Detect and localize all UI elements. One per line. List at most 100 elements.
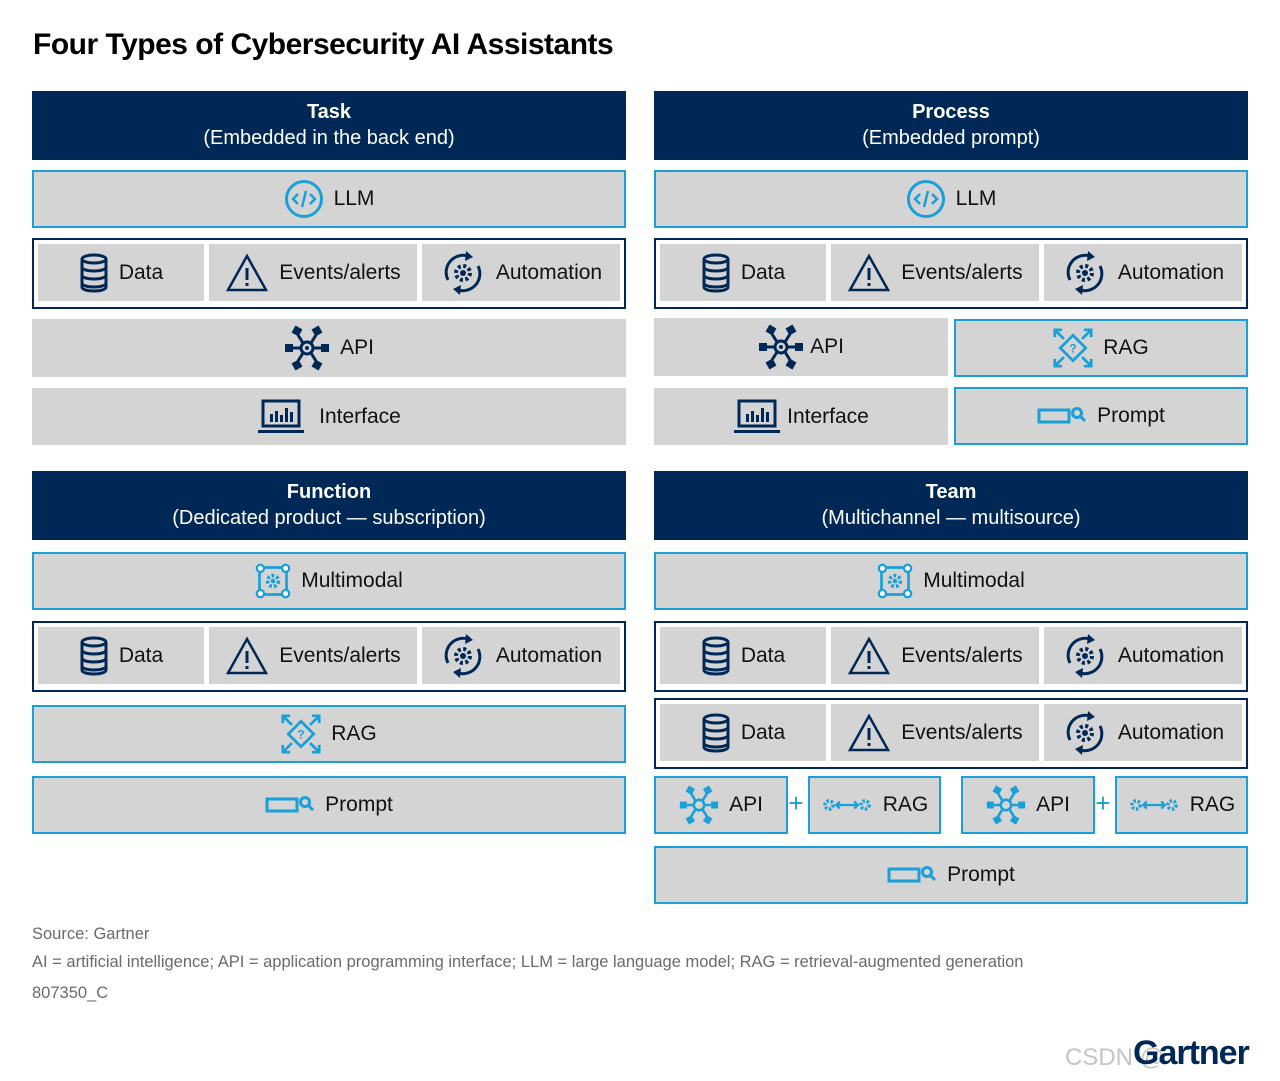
box-label: Interface [319, 404, 401, 428]
footer-source: Source: Gartner [32, 925, 150, 943]
channel-api-box: API [654, 776, 788, 834]
box-label: API [729, 793, 763, 816]
prompt-box: Prompt [32, 776, 626, 834]
source-label: Events/alerts [279, 260, 401, 284]
api-network-icon [679, 785, 719, 825]
quadrant-subtitle: (Embedded in the back end) [203, 127, 455, 149]
quadrant-subtitle: (Multichannel — multisource) [821, 507, 1081, 529]
api-network-icon [758, 324, 804, 370]
sources-group: Data Events/alerts Automation [32, 621, 626, 692]
multimodal-gear-icon [255, 563, 291, 599]
gear-cycle-icon [440, 633, 486, 679]
prompt-box: Prompt [654, 846, 1248, 904]
interface-box: Interface [32, 388, 626, 445]
source-automation: Automation [422, 627, 620, 684]
box-label: Prompt [947, 863, 1015, 886]
box-label: RAG [331, 722, 377, 745]
source-label: Data [118, 260, 164, 284]
box-label: Prompt [325, 793, 393, 816]
source-events: Events/alerts [209, 627, 417, 684]
box-label: Prompt [1097, 404, 1165, 427]
source-data: Data [660, 627, 826, 684]
box-label: API [1036, 793, 1070, 816]
database-icon [701, 253, 731, 293]
database-icon [79, 636, 109, 676]
api-network-icon [284, 325, 330, 371]
quadrant-subtitle: (Embedded prompt) [862, 127, 1040, 149]
gear-exchange-icon [1128, 796, 1180, 814]
box-label: RAG [882, 793, 929, 816]
plus-sign: + [788, 788, 804, 818]
plus-sign: + [1095, 788, 1111, 818]
source-events: Events/alerts [831, 244, 1039, 301]
warning-triangle-icon [847, 253, 891, 293]
prompt-search-icon [887, 864, 937, 886]
box-label: API [810, 335, 844, 358]
quadrant-subtitle: (Dedicated product — subscription) [172, 507, 486, 529]
quadrant-function: Function (Dedicated product — subscripti… [32, 471, 626, 836]
rag-diamond-icon [281, 714, 321, 754]
gear-exchange-icon [821, 796, 873, 814]
source-data: Data [38, 244, 204, 301]
box-label: Interface [787, 404, 869, 428]
prompt-search-icon [1037, 405, 1087, 427]
gear-cycle-icon [1062, 250, 1108, 296]
source-label: Automation [495, 643, 603, 667]
source-label: Events/alerts [901, 643, 1023, 667]
multimodal-box: Multimodal [654, 552, 1248, 610]
database-icon [79, 253, 109, 293]
warning-triangle-icon [847, 636, 891, 676]
source-label: Events/alerts [901, 720, 1023, 744]
source-data: Data [660, 244, 826, 301]
monitor-chart-icon [733, 399, 781, 435]
box-label: API [340, 336, 374, 359]
gear-cycle-icon [1062, 633, 1108, 679]
page-title: Four Types of Cybersecurity AI Assistant… [33, 28, 614, 61]
channel-rag-box: RAG [1115, 776, 1248, 834]
warning-triangle-icon [225, 253, 269, 293]
quadrant-team: Team (Multichannel — multisource) Multim… [654, 471, 1248, 906]
source-label: Automation [495, 260, 603, 284]
footer-abbreviations: AI = artificial intelligence; API = appl… [32, 953, 1024, 971]
quadrant-title: Team [925, 481, 977, 503]
source-label: Data [740, 720, 786, 744]
box-label: LLM [333, 187, 375, 210]
rag-box: RAG [32, 705, 626, 763]
api-box: API [654, 318, 948, 376]
quadrant-header: Process (Embedded prompt) [654, 91, 1248, 160]
multimodal-box: Multimodal [32, 552, 626, 610]
source-label: Data [740, 643, 786, 667]
code-circle-icon [284, 179, 324, 219]
quadrant-header: Team (Multichannel — multisource) [654, 471, 1248, 540]
sources-group: Data Events/alerts Automation [654, 238, 1248, 309]
source-automation: Automation [1044, 627, 1242, 684]
sources-group: Data Events/alerts Automation [32, 238, 626, 309]
source-automation: Automation [1044, 704, 1242, 761]
llm-box: LLM [654, 170, 1248, 228]
quadrant-task: Task (Embedded in the back end) LLM Data… [32, 91, 626, 446]
source-label: Automation [1117, 260, 1225, 284]
quadrant-header: Task (Embedded in the back end) [32, 91, 626, 160]
box-label: Multimodal [301, 569, 403, 592]
warning-triangle-icon [225, 636, 269, 676]
gear-cycle-icon [1062, 710, 1108, 756]
gartner-logo: Gartner [1133, 1034, 1250, 1072]
footer-id: 807350_C [32, 984, 109, 1002]
prompt-box: Prompt [954, 387, 1248, 445]
quadrant-header: Function (Dedicated product — subscripti… [32, 471, 626, 540]
multimodal-gear-icon [877, 563, 913, 599]
box-label: LLM [955, 187, 997, 210]
channel-rag-box: RAG [808, 776, 941, 834]
source-automation: Automation [422, 244, 620, 301]
quadrant-title: Process [912, 101, 990, 123]
source-label: Automation [1117, 720, 1225, 744]
warning-triangle-icon [847, 713, 891, 753]
rag-diamond-icon [1053, 328, 1093, 368]
channel-api-box: API [961, 776, 1095, 834]
quadrant-process: Process (Embedded prompt) LLM Data Event… [654, 91, 1248, 446]
box-label: RAG [1103, 336, 1149, 359]
box-label: RAG [1189, 793, 1236, 816]
interface-box: Interface [654, 388, 948, 445]
quadrant-title: Task [306, 101, 352, 123]
source-events: Events/alerts [831, 704, 1039, 761]
